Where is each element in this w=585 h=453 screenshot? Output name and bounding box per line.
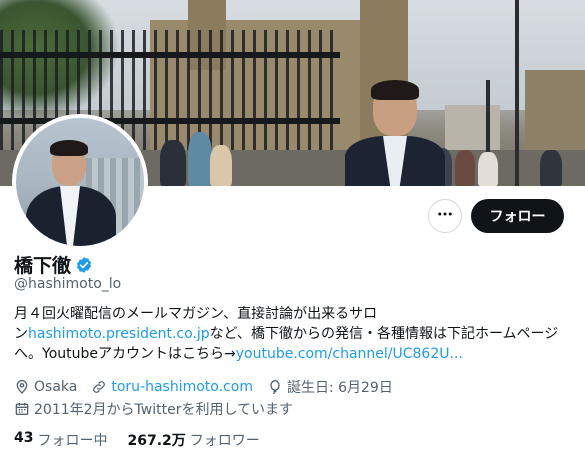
bio-text: など、橋下徹からの発信・各種情報は下記ホームページ — [209, 326, 559, 342]
location-pin-icon — [14, 379, 30, 395]
ellipsis-icon — [436, 205, 454, 227]
banner-crowd-person — [455, 150, 475, 186]
following-count: 43 — [14, 430, 34, 446]
bio-text: 月４回火曜配信のメールマガジン、直接討論が出来るサロ — [14, 306, 378, 322]
profile-bio: 月４回火曜配信のメールマガジン、直接討論が出来るサロ ンhashimoto.pr… — [14, 304, 574, 364]
banner-crowd-person — [210, 145, 232, 186]
avatar-image — [16, 118, 144, 246]
banner-crowd-person — [160, 140, 186, 186]
profile-name-row: 橋下徹 — [14, 251, 93, 278]
banner-building-far — [445, 105, 500, 155]
link-icon — [91, 379, 107, 395]
location-item: Osaka — [14, 379, 77, 395]
joined-text: 2011年2月からTwitterを利用しています — [34, 402, 294, 418]
banner-crowd-person — [540, 150, 562, 186]
followers-count: 267.2万 — [127, 433, 186, 449]
banner-building-right — [525, 70, 585, 155]
calendar-icon — [14, 401, 30, 417]
birthday-item: 誕生日: 6月29日 — [267, 377, 393, 397]
website-item[interactable]: toru-hashimoto.com — [91, 379, 253, 395]
display-name: 橋下徹 — [14, 255, 72, 277]
bio-text: へ。Youtubeアカウントはこちら→ — [14, 346, 236, 362]
more-options-button[interactable] — [428, 199, 462, 233]
banner-crowd-person — [188, 132, 212, 186]
banner-crowd-person — [478, 152, 498, 186]
website-link[interactable]: toru-hashimoto.com — [111, 379, 253, 395]
bio-link-president[interactable]: hashimoto.president.co.jp — [28, 326, 210, 342]
verified-badge-icon[interactable] — [75, 256, 93, 274]
bio-link-youtube[interactable]: youtube.com/channel/UC862U... — [236, 346, 463, 362]
profile-stats: 43 フォロー中 267.2万 フォロワー — [14, 430, 260, 450]
balloon-icon — [267, 379, 283, 395]
profile-meta: Osaka toru-hashimoto.com 誕生日: 6月29日 2011… — [14, 376, 574, 420]
joined-item: 2011年2月からTwitterを利用しています — [14, 399, 293, 419]
banner-main-person — [345, 80, 445, 186]
banner-fence-rail — [0, 52, 340, 58]
banner-lamppost — [515, 0, 519, 186]
bio-line: へ。Youtubeアカウントはこちら→youtube.com/channel/U… — [14, 344, 574, 364]
followers-stat[interactable]: 267.2万 フォロワー — [127, 430, 259, 450]
follow-button[interactable]: フォロー — [471, 199, 564, 233]
bio-line: ンhashimoto.president.co.jpなど、橋下徹からの発信・各種… — [14, 324, 574, 344]
birthday-text: 誕生日: 6月29日 — [286, 380, 393, 396]
bio-line: 月４回火曜配信のメールマガジン、直接討論が出来るサロ — [14, 304, 574, 324]
following-stat[interactable]: 43 フォロー中 — [14, 430, 107, 450]
bio-text: ン — [14, 326, 28, 342]
following-label: フォロー中 — [37, 433, 108, 449]
followers-label: フォロワー — [189, 433, 260, 449]
location-text: Osaka — [34, 379, 78, 395]
profile-avatar[interactable] — [12, 114, 148, 250]
profile-handle: @hashimoto_lo — [14, 276, 122, 292]
